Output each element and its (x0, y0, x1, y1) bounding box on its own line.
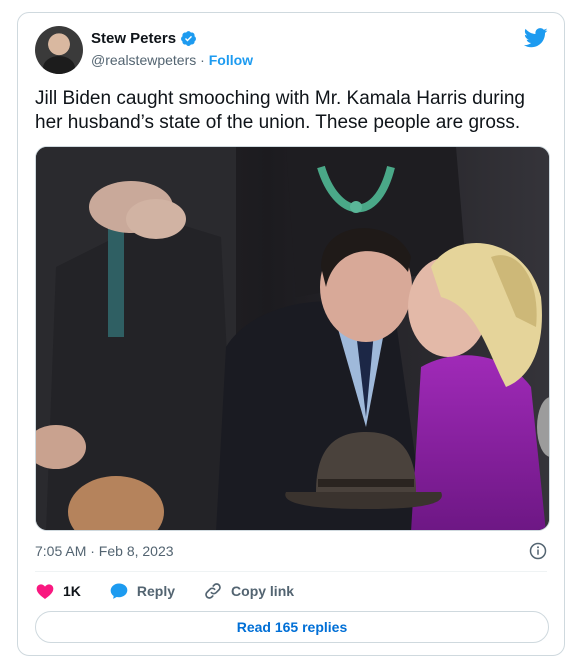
like-button[interactable]: 1K (35, 581, 81, 601)
info-icon[interactable] (529, 542, 547, 560)
avatar[interactable] (35, 26, 83, 74)
author-name-row: Stew Peters (91, 30, 197, 47)
tweet-text: Jill Biden caught smooching with Mr. Kam… (35, 88, 525, 133)
copy-link-label: Copy link (231, 583, 295, 599)
divider (35, 571, 547, 572)
tweet-image[interactable] (35, 146, 550, 531)
speech-bubble-icon (110, 583, 128, 599)
read-replies-button[interactable]: Read 165 replies (35, 611, 549, 643)
copy-link-button[interactable]: Copy link (203, 581, 294, 601)
photo-illustration (36, 147, 549, 530)
twitter-bird-icon[interactable] (524, 28, 548, 48)
author-handle[interactable]: @realstewpeters (91, 52, 196, 68)
reply-button[interactable]: Reply (109, 581, 175, 601)
verified-badge-icon (181, 31, 196, 46)
tweet-card: Stew Peters @realstewpeters · Follow Jil… (17, 12, 565, 656)
reply-label: Reply (136, 583, 176, 599)
tweet-timestamp[interactable]: 7:05 AM · Feb 8, 2023 (35, 543, 174, 559)
action-bar: 1K Reply Copy link (35, 581, 322, 601)
heart-icon (36, 584, 54, 599)
follow-button[interactable]: Follow (209, 52, 253, 68)
link-icon (205, 583, 221, 599)
separator-dot: · (200, 52, 205, 68)
author-name[interactable]: Stew Peters (91, 30, 176, 47)
like-count: 1K (63, 583, 81, 599)
handle-row: @realstewpeters · Follow (91, 52, 253, 68)
